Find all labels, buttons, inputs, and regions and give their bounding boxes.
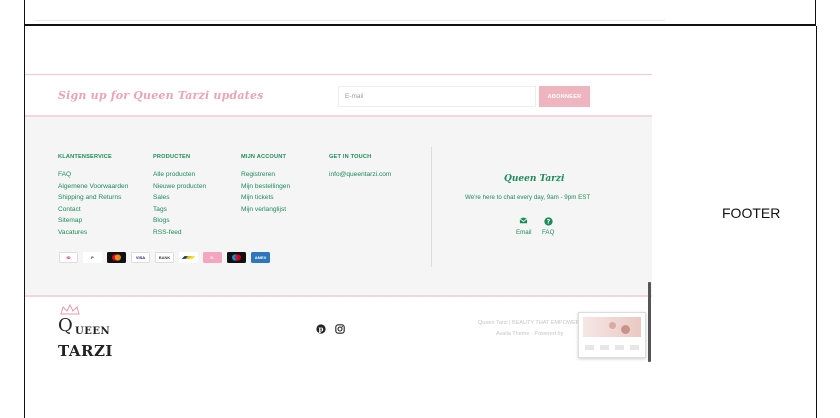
- payment-methods: iD P VISA BANK K. AMEX: [59, 252, 270, 263]
- ideal-icon: iD: [59, 252, 78, 263]
- footer-link-blogs[interactable]: Blogs: [153, 215, 206, 227]
- subscribe-button[interactable]: ABONNEER: [539, 86, 590, 107]
- preview-item: [600, 345, 609, 350]
- footer-link-rss[interactable]: RSS-feed: [153, 227, 206, 239]
- preview-item: [585, 345, 594, 350]
- column-heading: GET IN TOUCH: [329, 154, 372, 160]
- scrollbar[interactable]: [648, 282, 651, 362]
- pinterest-icon[interactable]: p: [316, 324, 326, 334]
- chat-icon: [519, 217, 528, 224]
- social-links: p: [316, 324, 345, 334]
- contact-email-link[interactable]: info@queentarzi.com: [329, 169, 391, 181]
- theme-preview-thumbnail: [578, 312, 646, 358]
- footer-link-vacatures[interactable]: Vacatures: [58, 227, 128, 239]
- section-label: FOOTER: [722, 205, 781, 221]
- column-get-in-touch: GET IN TOUCH info@queentarzi.com: [329, 154, 391, 181]
- column-mijn-account: MIJN ACCOUNT Registreren Mijn bestelling…: [241, 154, 290, 215]
- faq-label: FAQ: [542, 229, 555, 236]
- bancontact-icon: [179, 252, 198, 263]
- preview-item: [615, 345, 624, 350]
- footer-link-sales[interactable]: Sales: [153, 192, 206, 204]
- copyright-text: Queen Tarzi | BEAUTY THAT EMPOWERS: [478, 320, 582, 326]
- bank-icon: BANK: [155, 252, 174, 263]
- mastercard-icon: [107, 252, 126, 263]
- footer-link-faq[interactable]: FAQ: [58, 169, 128, 181]
- footer-link-shipping[interactable]: Shipping and Returns: [58, 192, 128, 204]
- top-frame: [24, 0, 816, 26]
- svg-text:p: p: [319, 325, 324, 334]
- klarna-icon: K.: [203, 252, 222, 263]
- footer-bottom: Q UEEN TARZI p Queen Tarzi | BEAUTY THAT…: [25, 298, 652, 364]
- maestro-icon: [227, 252, 246, 263]
- footer-link-alle-producten[interactable]: Alle producten: [153, 169, 206, 181]
- footer-links-band: KLANTENSERVICE FAQ Algemene Voorwaarden …: [25, 117, 652, 297]
- column-producten: PRODUCTEN Alle producten Nieuwe producte…: [153, 154, 206, 238]
- email-label: Email: [516, 229, 532, 236]
- signup-title: Sign up for Queen Tarzi updates: [58, 89, 264, 102]
- preview-shape: [609, 322, 616, 329]
- divider: [431, 147, 432, 267]
- logo-tarzi: TARZI: [58, 342, 113, 360]
- question-icon: ?: [544, 217, 553, 226]
- paypal-icon: P: [83, 252, 102, 263]
- logo-queen: UEEN: [75, 326, 111, 337]
- instagram-icon[interactable]: [335, 324, 345, 334]
- footer-link-voorwaarden[interactable]: Algemene Voorwaarden: [58, 181, 128, 193]
- column-heading: PRODUCTEN: [153, 154, 191, 160]
- contact-tagline: We're here to chat every day, 9am - 9pm …: [465, 194, 591, 201]
- contact-email-button[interactable]: Email: [516, 217, 531, 236]
- visa-icon: VISA: [131, 252, 150, 263]
- footer-preview: Sign up for Queen Tarzi updates ABONNEER…: [25, 74, 652, 364]
- powered-by-text: Avalla Theme · Powered by: [496, 331, 564, 337]
- footer-link-sitemap[interactable]: Sitemap: [58, 215, 128, 227]
- divider: [35, 20, 665, 21]
- column-klantenservice: KLANTENSERVICE FAQ Algemene Voorwaarden …: [58, 154, 128, 238]
- email-input[interactable]: [338, 86, 536, 107]
- footer-link-contact[interactable]: Contact: [58, 204, 128, 216]
- preview-shape: [621, 325, 630, 334]
- contact-faq-button[interactable]: ? FAQ: [542, 217, 554, 236]
- footer-link-tickets[interactable]: Mijn tickets: [241, 192, 290, 204]
- footer-link-verlanglijst[interactable]: Mijn verlanglijst: [241, 204, 290, 216]
- footer-link-bestellingen[interactable]: Mijn bestellingen: [241, 181, 290, 193]
- newsletter-signup: Sign up for Queen Tarzi updates ABONNEER: [25, 74, 652, 117]
- column-heading: MIJN ACCOUNT: [241, 154, 287, 160]
- column-heading: KLANTENSERVICE: [58, 154, 112, 160]
- footer-link-nieuwe-producten[interactable]: Nieuwe producten: [153, 181, 206, 193]
- queen-tarzi-logo[interactable]: Q UEEN TARZI: [58, 304, 120, 360]
- footer-link-tags[interactable]: Tags: [153, 204, 206, 216]
- logo-letter-q: Q: [58, 315, 73, 336]
- preview-item: [630, 345, 639, 350]
- footer-link-registreren[interactable]: Registreren: [241, 169, 290, 181]
- contact-brand-name: Queen Tarzi: [504, 174, 565, 184]
- amex-icon: AMEX: [251, 252, 270, 263]
- svg-text:?: ?: [546, 219, 550, 226]
